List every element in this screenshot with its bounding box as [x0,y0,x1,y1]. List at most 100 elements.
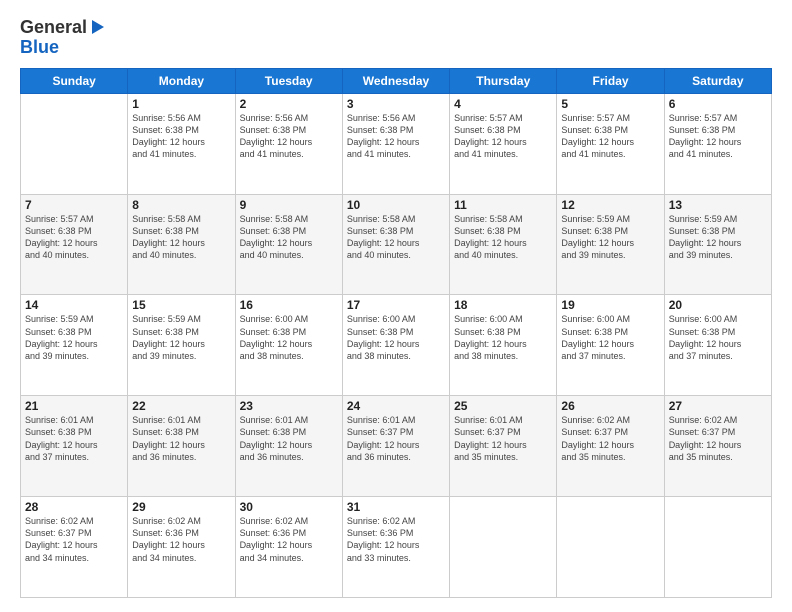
day-number: 20 [669,298,767,312]
day-number: 16 [240,298,338,312]
day-info: Sunrise: 5:57 AMSunset: 6:38 PMDaylight:… [561,112,659,161]
day-number: 24 [347,399,445,413]
weekday-header-wednesday: Wednesday [342,68,449,93]
calendar-cell: 9Sunrise: 5:58 AMSunset: 6:38 PMDaylight… [235,194,342,295]
day-info: Sunrise: 5:59 AMSunset: 6:38 PMDaylight:… [669,213,767,262]
day-number: 13 [669,198,767,212]
day-info: Sunrise: 6:00 AMSunset: 6:38 PMDaylight:… [240,313,338,362]
day-number: 25 [454,399,552,413]
calendar-cell: 15Sunrise: 5:59 AMSunset: 6:38 PMDayligh… [128,295,235,396]
day-info: Sunrise: 6:01 AMSunset: 6:37 PMDaylight:… [347,414,445,463]
calendar-cell: 28Sunrise: 6:02 AMSunset: 6:37 PMDayligh… [21,497,128,598]
calendar-cell: 23Sunrise: 6:01 AMSunset: 6:38 PMDayligh… [235,396,342,497]
calendar-cell [664,497,771,598]
calendar-cell: 2Sunrise: 5:56 AMSunset: 6:38 PMDaylight… [235,93,342,194]
weekday-header-sunday: Sunday [21,68,128,93]
calendar-cell: 6Sunrise: 5:57 AMSunset: 6:38 PMDaylight… [664,93,771,194]
week-row-3: 14Sunrise: 5:59 AMSunset: 6:38 PMDayligh… [21,295,772,396]
calendar-cell: 1Sunrise: 5:56 AMSunset: 6:38 PMDaylight… [128,93,235,194]
day-info: Sunrise: 5:58 AMSunset: 6:38 PMDaylight:… [347,213,445,262]
day-number: 10 [347,198,445,212]
day-info: Sunrise: 5:59 AMSunset: 6:38 PMDaylight:… [132,313,230,362]
day-number: 6 [669,97,767,111]
day-info: Sunrise: 6:00 AMSunset: 6:38 PMDaylight:… [454,313,552,362]
calendar-cell [557,497,664,598]
day-number: 18 [454,298,552,312]
day-info: Sunrise: 6:02 AMSunset: 6:36 PMDaylight:… [240,515,338,564]
weekday-header-friday: Friday [557,68,664,93]
day-number: 8 [132,198,230,212]
day-info: Sunrise: 6:02 AMSunset: 6:37 PMDaylight:… [561,414,659,463]
day-info: Sunrise: 5:57 AMSunset: 6:38 PMDaylight:… [25,213,123,262]
calendar-cell: 22Sunrise: 6:01 AMSunset: 6:38 PMDayligh… [128,396,235,497]
day-info: Sunrise: 5:56 AMSunset: 6:38 PMDaylight:… [347,112,445,161]
day-number: 11 [454,198,552,212]
calendar-cell [21,93,128,194]
day-info: Sunrise: 5:57 AMSunset: 6:38 PMDaylight:… [454,112,552,161]
day-info: Sunrise: 6:01 AMSunset: 6:38 PMDaylight:… [25,414,123,463]
logo-general-text: General [20,18,87,38]
calendar-cell: 25Sunrise: 6:01 AMSunset: 6:37 PMDayligh… [450,396,557,497]
day-number: 31 [347,500,445,514]
calendar-cell [450,497,557,598]
day-info: Sunrise: 6:00 AMSunset: 6:38 PMDaylight:… [669,313,767,362]
day-number: 7 [25,198,123,212]
day-number: 3 [347,97,445,111]
calendar-cell: 30Sunrise: 6:02 AMSunset: 6:36 PMDayligh… [235,497,342,598]
weekday-header-saturday: Saturday [664,68,771,93]
day-number: 28 [25,500,123,514]
calendar-cell: 31Sunrise: 6:02 AMSunset: 6:36 PMDayligh… [342,497,449,598]
day-number: 21 [25,399,123,413]
calendar-cell: 8Sunrise: 5:58 AMSunset: 6:38 PMDaylight… [128,194,235,295]
calendar-cell: 27Sunrise: 6:02 AMSunset: 6:37 PMDayligh… [664,396,771,497]
day-info: Sunrise: 5:58 AMSunset: 6:38 PMDaylight:… [240,213,338,262]
day-number: 15 [132,298,230,312]
day-info: Sunrise: 6:01 AMSunset: 6:37 PMDaylight:… [454,414,552,463]
day-number: 26 [561,399,659,413]
day-info: Sunrise: 6:02 AMSunset: 6:36 PMDaylight:… [132,515,230,564]
week-row-2: 7Sunrise: 5:57 AMSunset: 6:38 PMDaylight… [21,194,772,295]
week-row-5: 28Sunrise: 6:02 AMSunset: 6:37 PMDayligh… [21,497,772,598]
day-info: Sunrise: 6:01 AMSunset: 6:38 PMDaylight:… [240,414,338,463]
day-number: 30 [240,500,338,514]
calendar-cell: 11Sunrise: 5:58 AMSunset: 6:38 PMDayligh… [450,194,557,295]
day-info: Sunrise: 5:58 AMSunset: 6:38 PMDaylight:… [454,213,552,262]
header: General Blue [20,18,772,58]
day-info: Sunrise: 5:58 AMSunset: 6:38 PMDaylight:… [132,213,230,262]
calendar-cell: 24Sunrise: 6:01 AMSunset: 6:37 PMDayligh… [342,396,449,497]
calendar-cell: 3Sunrise: 5:56 AMSunset: 6:38 PMDaylight… [342,93,449,194]
calendar-cell: 13Sunrise: 5:59 AMSunset: 6:38 PMDayligh… [664,194,771,295]
logo-blue-text: Blue [20,37,59,57]
day-info: Sunrise: 5:56 AMSunset: 6:38 PMDaylight:… [132,112,230,161]
calendar-cell: 18Sunrise: 6:00 AMSunset: 6:38 PMDayligh… [450,295,557,396]
calendar-cell: 7Sunrise: 5:57 AMSunset: 6:38 PMDaylight… [21,194,128,295]
day-info: Sunrise: 6:02 AMSunset: 6:37 PMDaylight:… [25,515,123,564]
day-info: Sunrise: 5:57 AMSunset: 6:38 PMDaylight:… [669,112,767,161]
day-number: 1 [132,97,230,111]
logo: General Blue [20,18,106,58]
day-number: 12 [561,198,659,212]
calendar-cell: 26Sunrise: 6:02 AMSunset: 6:37 PMDayligh… [557,396,664,497]
calendar-cell: 5Sunrise: 5:57 AMSunset: 6:38 PMDaylight… [557,93,664,194]
calendar-page: General Blue SundayMondayTuesdayWednesda… [0,0,792,612]
calendar-table: SundayMondayTuesdayWednesdayThursdayFrid… [20,68,772,598]
day-number: 9 [240,198,338,212]
day-number: 22 [132,399,230,413]
weekday-header-thursday: Thursday [450,68,557,93]
day-info: Sunrise: 6:01 AMSunset: 6:38 PMDaylight:… [132,414,230,463]
calendar-cell: 4Sunrise: 5:57 AMSunset: 6:38 PMDaylight… [450,93,557,194]
day-number: 23 [240,399,338,413]
weekday-header-row: SundayMondayTuesdayWednesdayThursdayFrid… [21,68,772,93]
calendar-cell: 29Sunrise: 6:02 AMSunset: 6:36 PMDayligh… [128,497,235,598]
calendar-cell: 14Sunrise: 5:59 AMSunset: 6:38 PMDayligh… [21,295,128,396]
logo-icon [88,18,106,36]
week-row-1: 1Sunrise: 5:56 AMSunset: 6:38 PMDaylight… [21,93,772,194]
week-row-4: 21Sunrise: 6:01 AMSunset: 6:38 PMDayligh… [21,396,772,497]
day-number: 27 [669,399,767,413]
day-info: Sunrise: 6:00 AMSunset: 6:38 PMDaylight:… [347,313,445,362]
calendar-cell: 21Sunrise: 6:01 AMSunset: 6:38 PMDayligh… [21,396,128,497]
day-info: Sunrise: 6:00 AMSunset: 6:38 PMDaylight:… [561,313,659,362]
weekday-header-tuesday: Tuesday [235,68,342,93]
day-number: 4 [454,97,552,111]
calendar-cell: 12Sunrise: 5:59 AMSunset: 6:38 PMDayligh… [557,194,664,295]
